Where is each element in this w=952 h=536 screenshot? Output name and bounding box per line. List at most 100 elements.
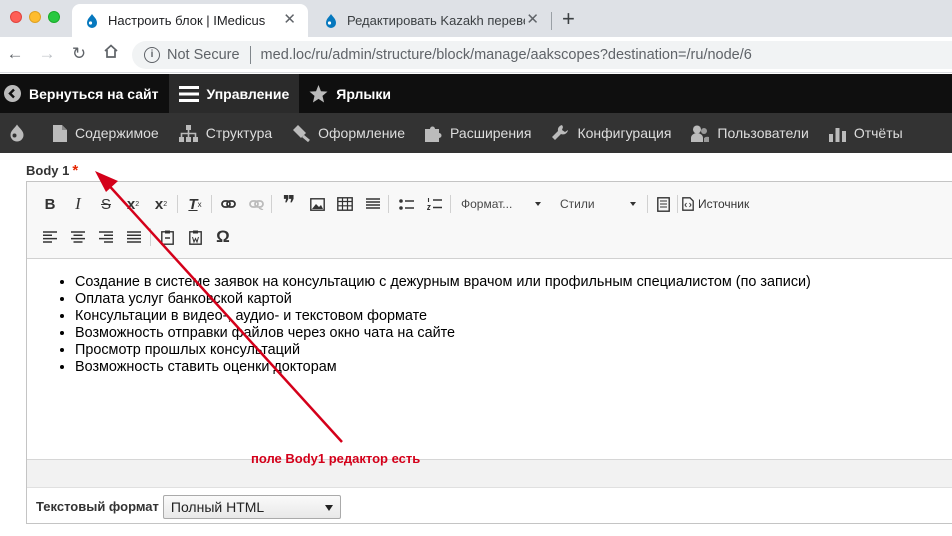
tray-item-drupal[interactable] [0, 113, 43, 153]
format-dropdown[interactable]: Формат... [455, 192, 545, 216]
tray-item-label: Расширения [450, 125, 532, 141]
source-button[interactable]: Источник [682, 191, 749, 217]
text-format-label: Текстовый формат [36, 499, 159, 514]
admin-item-label: Ярлыки [336, 85, 391, 102]
editor-content-area[interactable]: Создание в системе заявок на консультаци… [27, 259, 952, 459]
bar-chart-icon [828, 127, 846, 142]
close-icon[interactable]: ✕ [526, 12, 539, 28]
tab-title: Настроить блок | IMedicus [108, 13, 266, 28]
format-dropdown-label: Формат... [461, 197, 513, 211]
back-arrow-icon[interactable]: ← [4, 43, 26, 65]
tray-item-appearance[interactable]: Оформление [282, 113, 415, 153]
unlink-icon [248, 200, 264, 210]
align-left-button[interactable] [37, 224, 63, 250]
reload-icon[interactable]: ↻ [68, 43, 90, 65]
new-tab-button[interactable]: + [562, 7, 575, 31]
italic-button[interactable]: I [65, 191, 91, 217]
tray-item-extend[interactable]: Расширения [415, 113, 541, 153]
maximize-button[interactable] [650, 191, 676, 217]
align-right-icon [99, 231, 113, 243]
styles-dropdown-label: Стили [560, 197, 595, 211]
browser-tab-inactive[interactable]: Редактировать Kazakh переве ✕ [311, 4, 551, 37]
styles-dropdown[interactable]: Стили [554, 192, 640, 216]
field-label: Body 1 * [26, 162, 78, 179]
manage-tab[interactable]: Управление [168, 74, 300, 113]
horizontal-rule-icon [366, 198, 380, 209]
remove-format-button[interactable]: Tx [182, 191, 208, 217]
puzzle-icon [425, 126, 442, 142]
special-character-button[interactable]: Ω [210, 224, 236, 250]
tray-item-people[interactable]: Пользователи [681, 113, 818, 153]
strikethrough-button[interactable]: S [93, 191, 119, 217]
back-to-site-link[interactable]: Вернуться на сайт [0, 74, 169, 113]
superscript-button[interactable]: x2 [120, 191, 146, 217]
toolbar-separator [211, 195, 212, 213]
forward-arrow-icon[interactable]: → [36, 43, 58, 65]
required-marker: * [72, 162, 79, 179]
superscript-icon: x [126, 195, 136, 213]
bulleted-list-button[interactable] [393, 191, 419, 217]
toolbar-separator [450, 195, 451, 213]
chevron-down-icon [630, 202, 636, 206]
source-icon [682, 197, 694, 211]
tray-item-reports[interactable]: Отчёты [819, 113, 913, 153]
table-button[interactable] [332, 191, 358, 217]
subscript-button[interactable]: x2 [148, 191, 174, 217]
shortcuts-tab[interactable]: Ярлыки [299, 74, 401, 113]
security-label: Not Secure [167, 47, 240, 63]
structure-icon [178, 124, 198, 142]
editor-toolbar: B I S x2 x2 Tx ❞ Формат... Стили Источни… [27, 182, 952, 259]
address-bar[interactable]: i Not Secure med.loc/ru/admin/structure/… [132, 41, 952, 69]
paintbrush-icon [293, 125, 311, 142]
editor-bottom-bar [27, 459, 952, 487]
justify-button[interactable] [121, 224, 147, 250]
home-icon[interactable] [100, 43, 122, 65]
wrench-icon [552, 125, 569, 140]
zoom-window-button[interactable] [48, 11, 60, 23]
bold-button[interactable]: B [37, 191, 63, 217]
image-icon [309, 197, 325, 211]
people-icon [691, 125, 710, 142]
drupal-drop-icon [87, 13, 97, 28]
align-center-button[interactable] [65, 224, 91, 250]
blockquote-button[interactable]: ❞ [276, 191, 302, 217]
image-button[interactable] [304, 191, 330, 217]
info-icon[interactable]: i [144, 47, 160, 63]
toolbar-separator [677, 195, 678, 213]
chevron-down-icon [535, 202, 541, 206]
horizontal-rule-button[interactable] [360, 191, 386, 217]
text-format-row: Текстовый формат Полный HTML [27, 487, 952, 525]
minimize-window-button[interactable] [29, 11, 41, 23]
remove-format-icon: T [188, 195, 198, 213]
tray-item-structure[interactable]: Структура [169, 113, 282, 153]
feature-list: Создание в системе заявок на консультаци… [75, 274, 811, 376]
paste-text-icon [160, 230, 174, 245]
list-item: Оплата услуг банковской картой [75, 291, 811, 308]
tray-item-label: Структура [205, 125, 273, 141]
tab-divider [551, 12, 552, 30]
list-item: Возможность ставить оценки докторам [75, 359, 811, 376]
browser-tab-active[interactable]: Настроить блок | IMedicus ✕ [72, 4, 308, 37]
list-item: Создание в системе заявок на консультаци… [75, 274, 811, 291]
close-icon[interactable]: ✕ [283, 12, 296, 28]
text-format-select[interactable]: Полный HTML [162, 494, 341, 519]
tray-item-config[interactable]: Конфигурация [541, 113, 681, 153]
field-label-text: Body 1 [26, 163, 70, 178]
paste-text-button[interactable] [154, 224, 180, 250]
close-window-button[interactable] [10, 11, 22, 23]
tray-item-label: Содержимое [75, 125, 159, 141]
admin-tray: Содержимое Структура Оформление Расширен… [0, 113, 952, 153]
tray-item-label: Пользователи [717, 125, 809, 141]
tray-item-content[interactable]: Содержимое [43, 113, 169, 153]
tray-item-label: Оформление [318, 125, 406, 141]
numbered-list-icon [426, 198, 442, 211]
document-icon [656, 196, 670, 212]
paste-word-button[interactable] [182, 224, 208, 250]
numbered-list-button[interactable] [421, 191, 447, 217]
back-circle-icon [4, 85, 21, 102]
toolbar-separator [177, 195, 178, 213]
justify-icon [127, 231, 141, 243]
align-right-button[interactable] [93, 224, 119, 250]
unlink-button[interactable] [243, 191, 269, 217]
link-button[interactable] [215, 191, 241, 217]
